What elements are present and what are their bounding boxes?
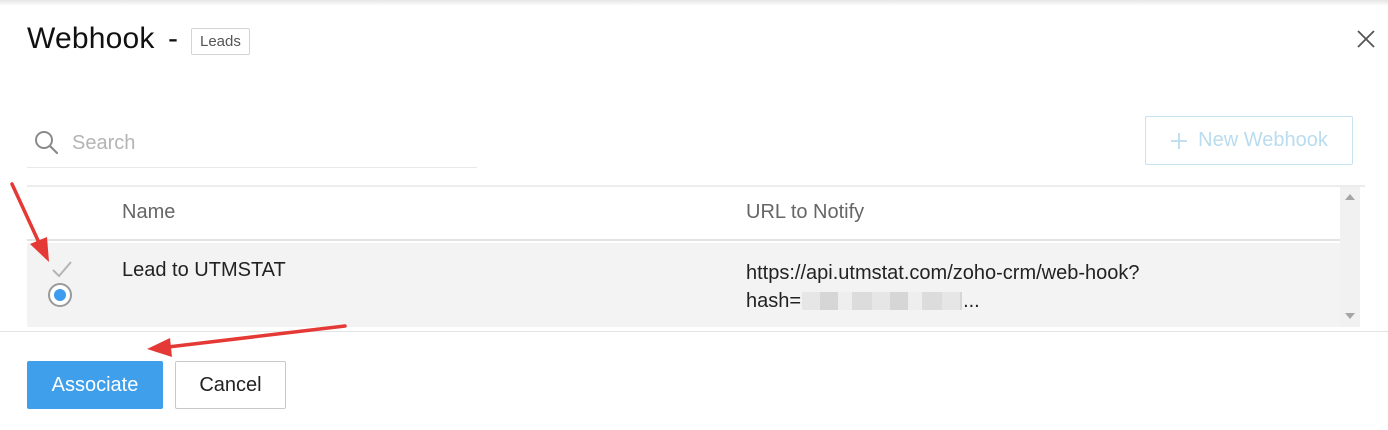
webhook-url-line1: https://api.utmstat.com/zoho-crm/web-hoo… xyxy=(746,262,1140,284)
new-webhook-button[interactable]: New Webhook xyxy=(1145,116,1353,165)
column-header-name: Name xyxy=(122,201,176,223)
associate-button[interactable]: Associate xyxy=(27,361,163,409)
redacted-hash xyxy=(802,292,963,310)
top-shadow xyxy=(0,0,1388,6)
webhook-url-line2: hash= ... xyxy=(746,287,1140,315)
check-icon xyxy=(52,261,72,278)
webhook-url-hash-prefix: hash= xyxy=(746,290,802,312)
webhook-name: Lead to UTMSTAT xyxy=(122,259,286,281)
table-header: Name URL to Notify xyxy=(27,187,1340,241)
close-icon xyxy=(1357,30,1375,48)
close-button[interactable] xyxy=(1354,27,1378,51)
scroll-down-arrow-icon[interactable] xyxy=(1345,313,1355,319)
search-icon xyxy=(35,131,59,155)
table-scrollbar[interactable] xyxy=(1340,187,1360,327)
search-input[interactable] xyxy=(72,126,472,160)
webhook-url-ellipsis: ... xyxy=(963,290,980,312)
webhook-url: https://api.utmstat.com/zoho-crm/web-hoo… xyxy=(746,259,1140,315)
webhook-table: Name URL to Notify Lead to UTMSTAT https… xyxy=(27,185,1365,327)
row-radio-button[interactable] xyxy=(48,283,72,307)
title-separator: - xyxy=(168,22,178,55)
dialog-title: Webhook xyxy=(27,22,155,55)
search-bar xyxy=(27,120,477,168)
module-badge: Leads xyxy=(191,28,250,55)
plus-icon xyxy=(1171,132,1188,149)
footer-divider xyxy=(0,331,1388,332)
scroll-up-arrow-icon[interactable] xyxy=(1345,194,1355,200)
column-header-url: URL to Notify xyxy=(746,201,865,223)
cancel-button[interactable]: Cancel xyxy=(175,361,286,409)
new-webhook-label: New Webhook xyxy=(1198,129,1328,151)
table-row[interactable]: Lead to UTMSTAT https://api.utmstat.com/… xyxy=(27,243,1340,327)
